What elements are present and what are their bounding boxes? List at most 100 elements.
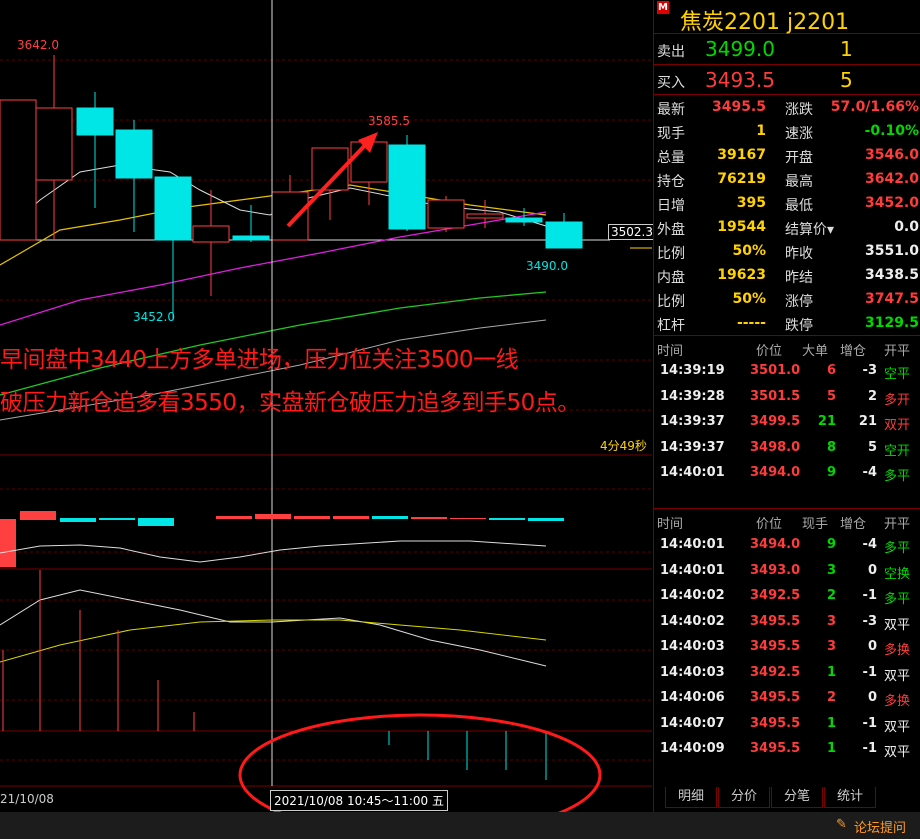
stat-label: 涨停 xyxy=(785,294,813,310)
stat-row: 现手 1 速涨 -0.10% xyxy=(654,120,920,144)
col-volume: 现手 xyxy=(802,517,829,532)
tab-tick-by-tick[interactable]: 分笔 xyxy=(771,787,823,808)
candle-body xyxy=(466,213,504,219)
tick-time: 14:40:03 xyxy=(660,639,725,654)
stat-row: 内盘 19623 昨结 3438.5 xyxy=(654,264,920,288)
stat-row: 比例 50% 昨收 3551.0 xyxy=(654,240,920,264)
tick-type: 双平 xyxy=(884,719,911,735)
macd-bar xyxy=(20,511,56,520)
candle-body xyxy=(271,191,309,241)
timer-label: 4分49秒 xyxy=(600,439,647,453)
tick-row[interactable]: 14:39:37 3499.5 21 21 双开 xyxy=(654,410,920,435)
stat-value: 395 xyxy=(736,195,766,211)
tick-oi: -3 xyxy=(862,363,877,378)
tick-row[interactable]: 14:40:01 3493.0 3 0 空换 xyxy=(654,559,920,584)
tick-row[interactable]: 14:39:19 3501.0 6 -3 空平 xyxy=(654,359,920,384)
tab-price-distribution[interactable]: 分价 xyxy=(718,787,770,808)
candle-body xyxy=(192,225,230,243)
tick-type: 多平 xyxy=(884,469,911,484)
candle-body xyxy=(35,107,73,181)
tick-price: 3501.5 xyxy=(750,388,801,404)
tick-type: 多平 xyxy=(884,541,911,556)
macd-bar xyxy=(60,518,96,522)
stat-value: 3551.0 xyxy=(864,243,919,259)
tick-volume: 1 xyxy=(826,741,836,756)
tick-oi: -1 xyxy=(862,588,877,603)
tick-row[interactable]: 14:40:09 3495.5 1 -1 双平 xyxy=(654,737,920,762)
stat-label: 涨跌 xyxy=(785,102,813,118)
tick-oi: 21 xyxy=(858,414,877,429)
stat-label: 内盘 xyxy=(657,270,685,286)
kline-chart[interactable]: 3642.0 3452.0 3585.5 3490.0 3502.3 4分49秒… xyxy=(0,0,656,812)
tick-time: 14:40:01 xyxy=(660,465,725,480)
candle-body xyxy=(232,235,270,241)
tick-volume: 2 xyxy=(826,588,836,603)
tick-type: 双平 xyxy=(884,668,911,684)
tick-oi: 5 xyxy=(867,439,877,455)
tick-type: 多平 xyxy=(884,592,911,607)
stat-label: 昨收 xyxy=(785,246,813,262)
stat-value: 3642.0 xyxy=(864,171,919,187)
tick-price: 3492.5 xyxy=(750,664,801,680)
ask-row[interactable]: 卖出 3499.0 1 xyxy=(654,35,920,63)
forum-icon: ✎ xyxy=(836,817,847,832)
tick-type: 多换 xyxy=(884,694,911,709)
bid-row[interactable]: 买入 3493.5 5 xyxy=(654,66,920,94)
stat-value: 3495.5 xyxy=(711,99,766,115)
tick-oi: -4 xyxy=(862,465,877,480)
macd-bar xyxy=(489,518,525,520)
tick-row[interactable]: 14:39:37 3498.0 8 5 空开 xyxy=(654,436,920,461)
tab-statistics[interactable]: 统计 xyxy=(824,787,876,808)
tick-type: 双平 xyxy=(884,745,911,760)
macd-bar xyxy=(99,518,135,520)
stat-value: -0.10% xyxy=(864,123,919,139)
tick-row[interactable]: 14:40:01 3494.0 9 -4 多平 xyxy=(654,461,920,486)
candle-body xyxy=(115,129,153,179)
stat-value: 3438.5 xyxy=(864,267,919,283)
tick-time: 14:40:01 xyxy=(660,562,725,578)
last-low-label: 3490.0 xyxy=(526,259,568,273)
stat-row: 总量 39167 开盘 3546.0 xyxy=(654,144,920,168)
stat-label: 结算价▾ xyxy=(785,222,835,238)
tick-row[interactable]: 14:39:28 3501.5 5 2 多开 xyxy=(654,385,920,410)
divider xyxy=(654,335,920,336)
tick-row[interactable]: 14:40:03 3492.5 1 -1 双平 xyxy=(654,661,920,686)
macd-bar xyxy=(450,518,486,519)
osc-yellow-line xyxy=(0,619,547,663)
tick-row[interactable]: 14:40:06 3495.5 2 0 多换 xyxy=(654,686,920,711)
stat-value: 19623 xyxy=(717,267,766,283)
tick-row[interactable]: 14:40:02 3495.5 3 -3 双平 xyxy=(654,610,920,635)
stat-row: 持仓 76219 最高 3642.0 xyxy=(654,168,920,192)
tick-price: 3495.5 xyxy=(750,639,801,654)
stat-label: 比例 xyxy=(657,246,685,262)
col-price: 价位 xyxy=(756,517,783,532)
tick-volume: 21 xyxy=(817,414,836,429)
tick-row[interactable]: 14:40:01 3494.0 9 -4 多平 xyxy=(654,533,920,558)
tick-price: 3495.5 xyxy=(750,613,801,629)
macd-bar xyxy=(216,516,252,519)
tick-row[interactable]: 14:40:07 3495.5 1 -1 双平 xyxy=(654,712,920,737)
candlesticks xyxy=(0,55,583,320)
stat-value: 3546.0 xyxy=(864,147,919,163)
macd-bar xyxy=(0,519,16,567)
stat-label: 跌停 xyxy=(785,318,813,334)
tick-price: 3494.0 xyxy=(750,537,801,552)
tick-row[interactable]: 14:40:02 3492.5 2 -1 多平 xyxy=(654,584,920,609)
forum-link[interactable]: 论坛提问 xyxy=(854,817,906,836)
tick-oi: -4 xyxy=(862,537,877,552)
col-oi: 增仓 xyxy=(840,344,867,359)
tick-volume: 8 xyxy=(826,439,836,455)
tick-price: 3494.0 xyxy=(750,465,801,480)
stat-value: 0.0 xyxy=(894,219,919,235)
tick-price: 3495.5 xyxy=(750,690,801,705)
contract-title-bar: M 焦炭2201 j2201 xyxy=(654,0,920,35)
tick-oi: 0 xyxy=(867,562,877,578)
tab-detail[interactable]: 明细 xyxy=(665,787,717,808)
high-label: 3642.0 xyxy=(17,38,59,52)
tick-oi: -1 xyxy=(862,664,877,680)
tick-time: 14:39:28 xyxy=(660,388,725,404)
stat-label: 开盘 xyxy=(785,150,813,166)
tick-type: 空平 xyxy=(884,367,911,382)
candle-body xyxy=(154,176,192,241)
tick-row[interactable]: 14:40:03 3495.5 3 0 多换 xyxy=(654,635,920,660)
